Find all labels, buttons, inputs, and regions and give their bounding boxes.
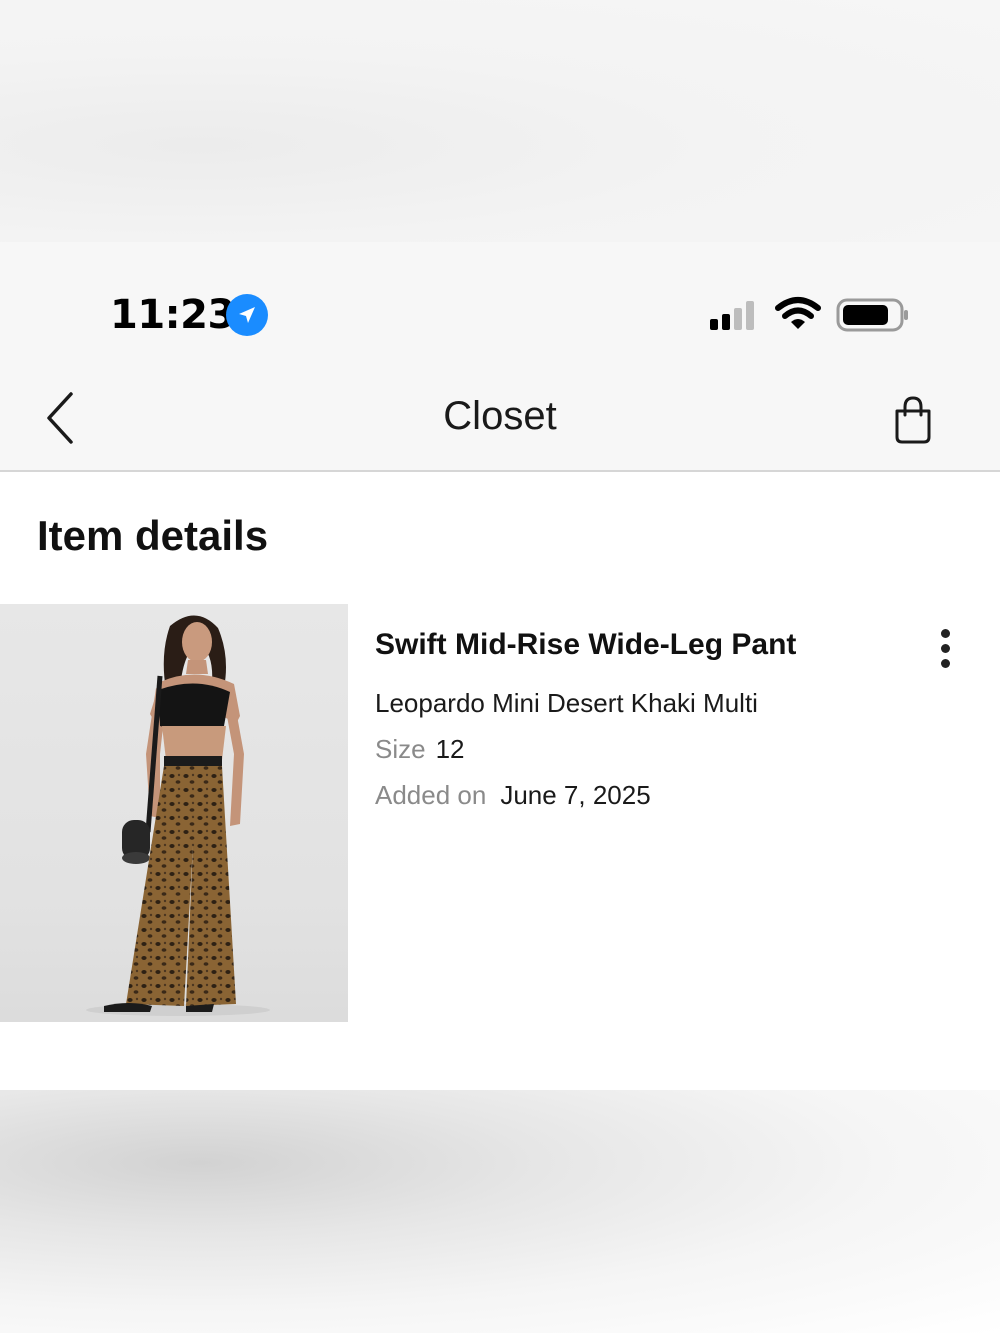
model-wearing-pant-illustration [86, 615, 270, 1016]
location-arrow-icon [226, 294, 268, 336]
added-on-row: Added on June 7, 2025 [375, 780, 651, 811]
size-row: Size 12 [375, 734, 465, 765]
status-time: 11:23 [110, 292, 235, 338]
battery-icon [836, 298, 908, 332]
more-vertical-icon-dot [940, 643, 950, 653]
section-title: Item details [37, 512, 269, 559]
nav-title: Closet [443, 394, 557, 438]
wifi-icon [775, 297, 821, 329]
product-color: Leopardo Mini Desert Khaki Multi [375, 688, 758, 718]
shopping-bag-icon [895, 396, 931, 444]
blurred-backdrop-bottom [0, 1090, 1000, 1333]
size-value: 12 [435, 734, 465, 764]
cellular-signal-icon [710, 301, 754, 330]
item-details-content: Item details Swift Mid-Rise Wide-Leg Pan… [0, 472, 1000, 1090]
shopping-bag-button[interactable] [886, 392, 940, 448]
closet-item-details-screen: 11:23 Closet Item details Swift Mid-Rise… [0, 0, 1000, 1333]
added-on-value: June 7, 2025 [500, 780, 651, 810]
blurred-backdrop-top [0, 0, 1000, 242]
more-vertical-icon-dot [940, 628, 950, 638]
more-options-button[interactable] [926, 624, 964, 672]
more-vertical-icon-dot [940, 658, 950, 668]
size-label: Size [375, 734, 426, 764]
product-name[interactable]: Swift Mid-Rise Wide-Leg Pant [375, 628, 796, 662]
added-on-label: Added on [375, 780, 487, 810]
product-image[interactable] [0, 604, 348, 1022]
navigation-bar: Closet [0, 368, 1000, 472]
